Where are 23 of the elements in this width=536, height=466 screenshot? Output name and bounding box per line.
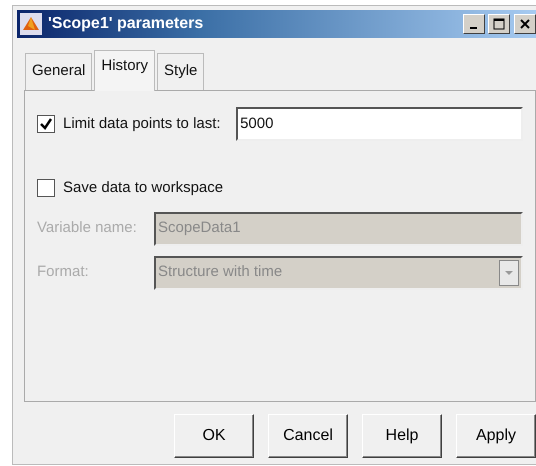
dialog-button[interactable]: Apply: [456, 414, 536, 458]
caret-icon: [499, 260, 519, 286]
maximize-icon: [493, 18, 506, 30]
window-title: 'Scope1' parameters: [48, 14, 204, 34]
maximize-button[interactable]: [488, 14, 510, 34]
tab[interactable]: History: [94, 50, 156, 91]
checkbox-label: Save data to workspace: [63, 178, 224, 198]
close-button[interactable]: [514, 14, 536, 34]
checkbox[interactable]: [37, 115, 55, 133]
input-field[interactable]: 5000: [236, 107, 523, 141]
dialog-button[interactable]: Help: [362, 414, 442, 458]
dialog-button[interactable]: Cancel: [268, 414, 348, 458]
minimize-button[interactable]: [462, 14, 484, 34]
tab[interactable]: Style: [157, 52, 204, 90]
field-label: Format:: [37, 262, 90, 282]
checkbox-label: Limit data points to last:: [63, 114, 221, 134]
app-logo-icon: [20, 13, 42, 35]
close-icon: [519, 18, 531, 30]
checkbox[interactable]: [37, 179, 55, 198]
dialog-button[interactable]: OK: [174, 414, 254, 458]
minimize-icon: [470, 27, 477, 29]
field-label: Variable name:: [37, 218, 138, 238]
tab[interactable]: General: [25, 52, 92, 90]
